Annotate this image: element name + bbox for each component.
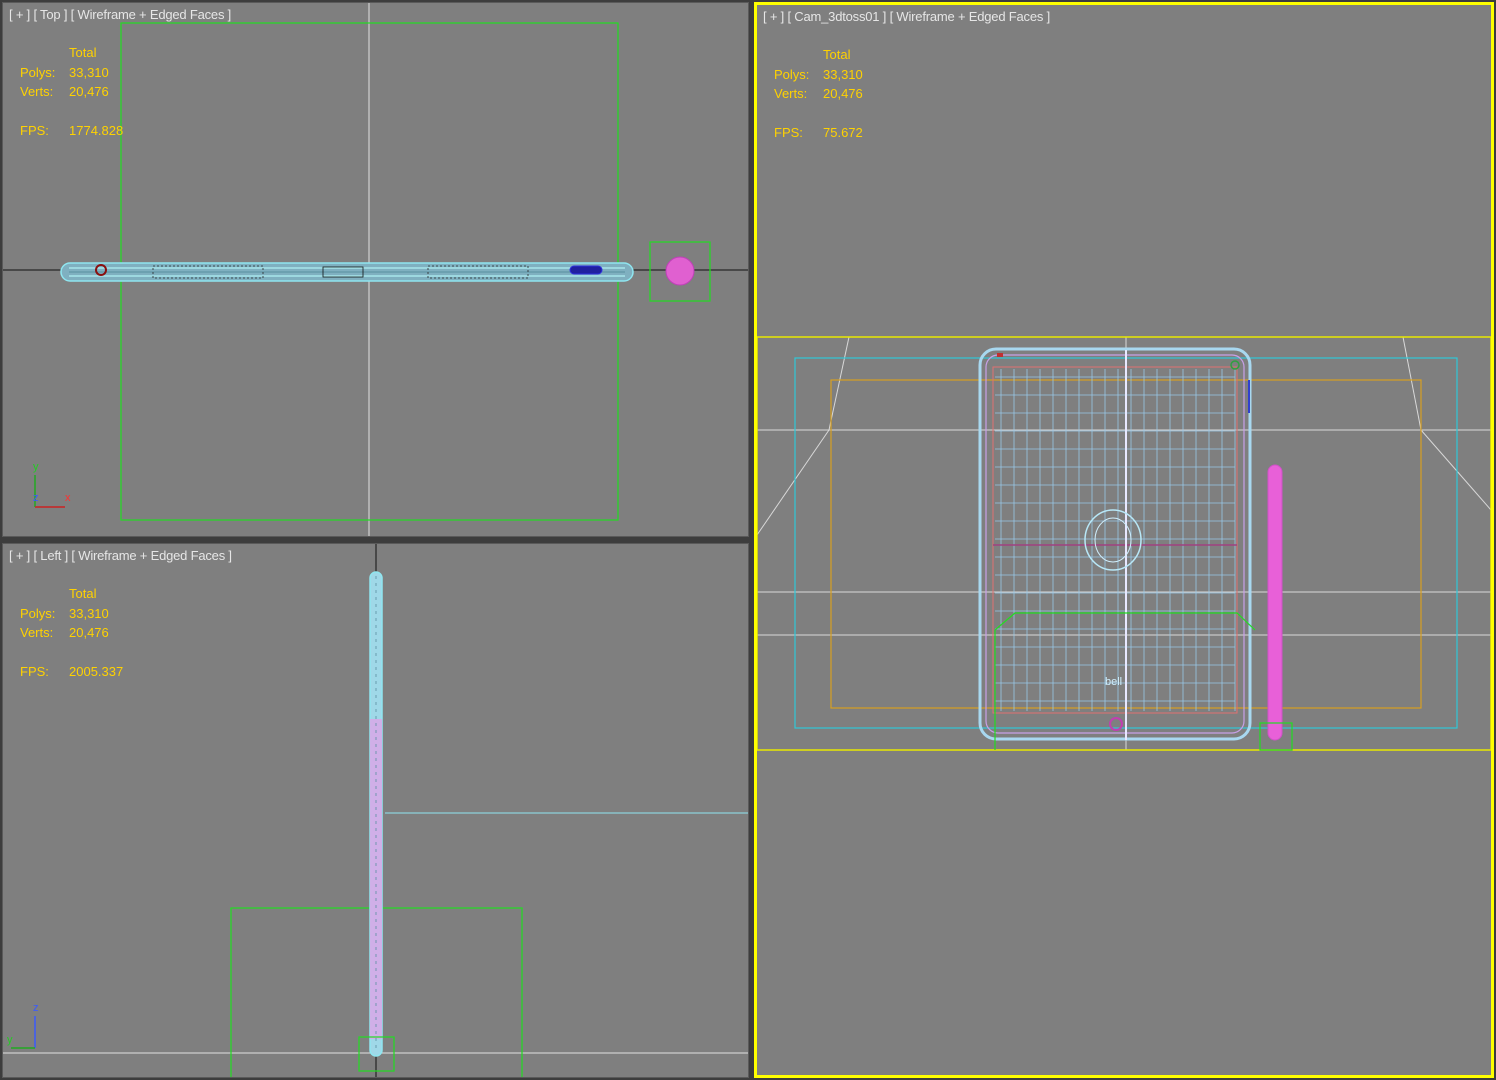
- viewport-menu-shading[interactable]: [ Wireframe + Edged Faces ]: [71, 548, 232, 563]
- camera-frame: [757, 336, 1491, 751]
- apple-logo-icon: [1084, 509, 1142, 571]
- verts-label: Verts:: [20, 84, 54, 99]
- axis-label-z: z: [33, 1002, 39, 1014]
- polys-label: Polys:: [20, 64, 56, 80]
- polys-value: 33,310: [69, 605, 109, 621]
- fps-value: 75.672: [823, 125, 863, 140]
- viewport-label: [ + ] [ Top ] [ Wireframe + Edged Faces …: [9, 7, 231, 22]
- polys-label: Polys:: [20, 605, 56, 621]
- viewport-menu-shading[interactable]: [ Wireframe + Edged Faces ]: [890, 9, 1051, 24]
- fps-label: FPS:: [774, 125, 803, 140]
- viewport-label: [ + ] [ Cam_3dtoss01 ] [ Wireframe + Edg…: [763, 9, 1050, 24]
- viewport-menu-view[interactable]: [ Top ]: [33, 7, 67, 22]
- viewport-menu-plus[interactable]: [ + ]: [9, 7, 30, 22]
- verts-label: Verts:: [20, 625, 54, 640]
- verts-value: 20,476: [823, 86, 863, 101]
- fps-value: 2005.337: [69, 664, 124, 679]
- polys-label: Polys:: [774, 66, 810, 82]
- polys-value: 33,310: [69, 64, 109, 80]
- tablet-wireframe-top: [60, 262, 634, 282]
- pencil-tip: [665, 256, 695, 286]
- viewport-menu-shading[interactable]: [ Wireframe + Edged Faces ]: [71, 7, 232, 22]
- viewport-statistics: Total Polys: 33,310 Verts: 20,476 FPS: 1774…: [20, 43, 123, 141]
- viewport-top[interactable]: [ + ] [ Top ] [ Wireframe + Edged Faces …: [2, 2, 749, 537]
- camera-view-scene[interactable]: bell: [757, 5, 1491, 1075]
- verts-value: 20,476: [69, 625, 109, 640]
- polys-value: 33,310: [823, 66, 863, 82]
- fps-label: FPS:: [20, 664, 49, 679]
- viewport-left[interactable]: [ + ] [ Left ] [ Wireframe + Edged Faces…: [2, 543, 749, 1078]
- axis-label-y: y: [7, 1034, 13, 1046]
- stats-header: Total: [69, 586, 97, 601]
- camera-lens-icon: [1230, 360, 1240, 370]
- fps-value: 1774.828: [69, 123, 124, 138]
- viewport-menu-plus[interactable]: [ + ]: [763, 9, 784, 24]
- perspective-guides: [757, 336, 1491, 750]
- verts-value: 20,476: [69, 84, 109, 99]
- viewport-menu-view[interactable]: [ Left ]: [33, 548, 68, 563]
- viewport-statistics: Total Polys: 33,310 Verts: 20,476 FPS: 2005…: [20, 584, 123, 682]
- axis-label-y: y: [33, 461, 39, 473]
- axis-label-x: x: [65, 492, 71, 504]
- pencil-wireframe: [1267, 464, 1283, 741]
- stats-header: Total: [823, 47, 851, 62]
- tablet-wireframe-side: [369, 571, 383, 1057]
- viewport-camera[interactable]: bell [ + ] [ Cam_3dtoss01 ] [ Wireframe …: [754, 2, 1494, 1078]
- axis-tripod-icon: z y: [7, 1002, 57, 1054]
- model-label: bell: [1105, 676, 1122, 688]
- viewport-label: [ + ] [ Left ] [ Wireframe + Edged Faces…: [9, 548, 232, 563]
- viewport-menu-view[interactable]: [ Cam_3dtoss01 ]: [787, 9, 886, 24]
- axis-tripod-icon: y z x: [29, 461, 79, 513]
- stats-header: Total: [69, 45, 97, 60]
- fps-label: FPS:: [20, 123, 49, 138]
- viewport-menu-plus[interactable]: [ + ]: [9, 548, 30, 563]
- axis-label-z: z: [33, 492, 39, 504]
- viewport-statistics: Total Polys: 33,310 Verts: 20,476 FPS: 75.6…: [774, 45, 863, 143]
- verts-label: Verts:: [774, 86, 808, 101]
